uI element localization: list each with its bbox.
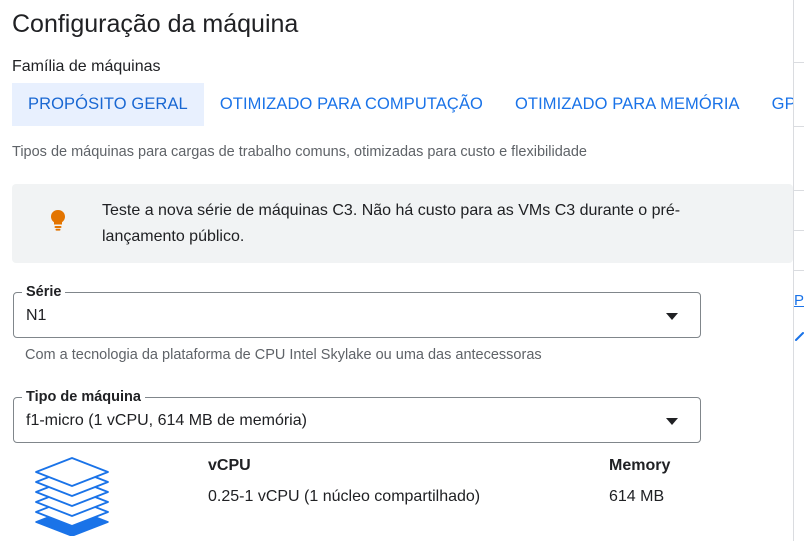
- memory-value: 614 MB: [609, 488, 665, 505]
- layers-icon: [35, 457, 109, 536]
- machine-family-description: Tipos de máquinas para cargas de trabalh…: [12, 144, 587, 160]
- series-helper-text: Com a tecnologia da plataforma de CPU In…: [25, 347, 542, 363]
- tab-gpu[interactable]: GP: [756, 83, 793, 126]
- info-banner: Teste a nova série de máquinas C3. Não h…: [12, 184, 793, 263]
- machine-type-label: Tipo de máquina: [22, 388, 145, 406]
- vcpu-header: vCPU: [208, 457, 251, 474]
- tab-memory-optimized[interactable]: OTIMIZADO PARA MEMÓRIA: [499, 83, 756, 126]
- side-panel-divider: [794, 126, 804, 127]
- dropdown-arrow-icon: [666, 418, 678, 425]
- side-panel-link[interactable]: P: [794, 292, 804, 310]
- info-banner-text: Teste a nova série de máquinas C3. Não h…: [102, 202, 681, 245]
- machine-type-value: f1-micro (1 vCPU, 614 MB de memória): [26, 412, 307, 429]
- machine-type-select[interactable]: Tipo de máquina f1-micro (1 vCPU, 614 MB…: [13, 388, 701, 443]
- side-panel-divider: [794, 230, 804, 231]
- machine-configuration-section: Configuração da máquina Família de máqui…: [0, 0, 793, 541]
- side-panel-divider: [794, 190, 804, 191]
- side-panel: P: [793, 0, 804, 541]
- tab-compute-optimized[interactable]: OTIMIZADO PARA COMPUTAÇÃO: [204, 83, 499, 126]
- side-panel-divider: [794, 62, 804, 63]
- machine-family-tabs: PROPÓSITO GERAL OTIMIZADO PARA COMPUTAÇÃ…: [12, 83, 793, 126]
- series-select[interactable]: Série N1: [13, 283, 701, 338]
- series-value: N1: [26, 307, 47, 324]
- memory-header: Memory: [609, 457, 671, 474]
- tab-general-purpose[interactable]: PROPÓSITO GERAL: [12, 83, 204, 126]
- vcpu-value: 0.25-1 vCPU (1 núcleo compartilhado): [208, 488, 481, 505]
- lightbulb-icon: [51, 210, 65, 231]
- chevron-up-icon[interactable]: [794, 330, 804, 344]
- dropdown-arrow-icon: [666, 313, 678, 320]
- series-label: Série: [22, 283, 66, 301]
- machine-family-label: Família de máquinas: [12, 58, 161, 75]
- side-panel-divider: [794, 270, 804, 271]
- page-title: Configuração da máquina: [12, 10, 299, 38]
